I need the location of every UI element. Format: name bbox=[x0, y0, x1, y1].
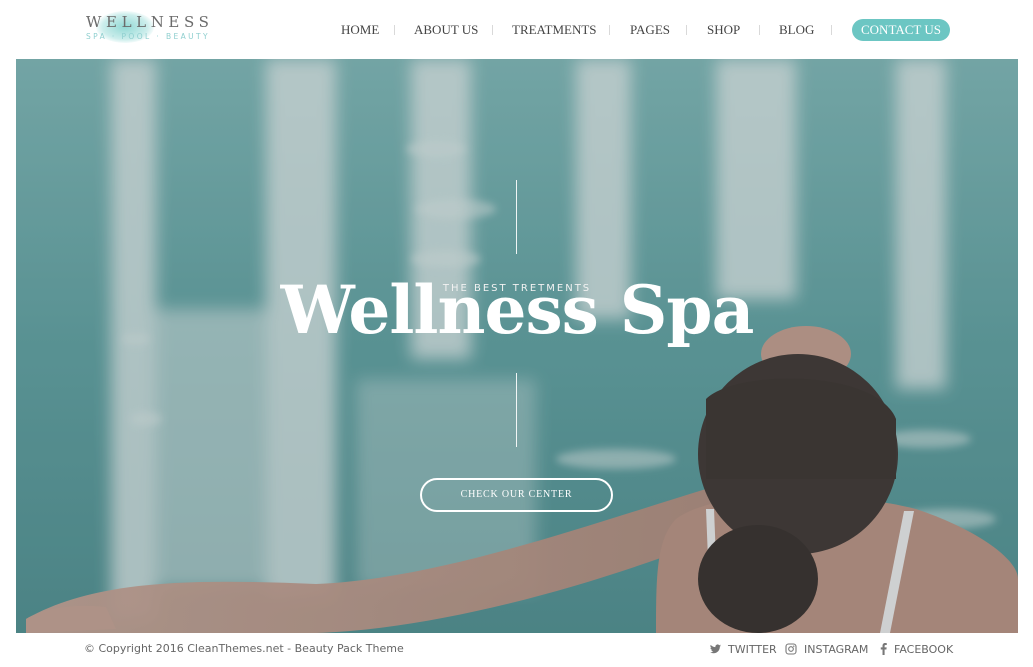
twitter-label: TWITTER bbox=[728, 642, 777, 656]
nav-item-shop[interactable]: SHOP bbox=[707, 19, 740, 41]
nav-separator bbox=[394, 25, 395, 35]
hero-divider-top bbox=[516, 180, 517, 254]
nav-separator bbox=[492, 25, 493, 35]
nav-separator bbox=[759, 25, 760, 35]
nav-item-pages[interactable]: PAGES bbox=[630, 19, 670, 41]
copyright-text: © Copyright 2016 CleanThemes.net - Beaut… bbox=[84, 642, 404, 655]
twitter-icon bbox=[710, 644, 721, 654]
nav-item-about-us[interactable]: ABOUT US bbox=[414, 19, 478, 41]
nav-item-treatments[interactable]: TREATMENTS bbox=[512, 19, 597, 41]
instagram-label: INSTAGRAM bbox=[804, 642, 869, 656]
check-our-center-button[interactable]: CHECK OUR CENTER bbox=[420, 478, 613, 512]
hero-divider-bottom bbox=[516, 373, 517, 447]
nav-item-home[interactable]: HOME bbox=[341, 19, 379, 41]
logo-subtitle: SPA · POOL · BEAUTY bbox=[86, 32, 211, 41]
facebook-label: FACEBOOK bbox=[894, 642, 954, 656]
contact-us-button[interactable]: CONTACT US bbox=[852, 19, 950, 41]
facebook-icon bbox=[880, 643, 887, 655]
nav-separator bbox=[831, 25, 832, 35]
hero-title: Wellness Spa bbox=[280, 271, 755, 349]
nav-separator bbox=[609, 25, 610, 35]
site-footer: © Copyright 2016 CleanThemes.net - Beaut… bbox=[0, 633, 1033, 667]
hero-banner: THE BEST TRETMENTS Wellness Spa CHECK OU… bbox=[16, 59, 1018, 633]
logo-title: WELLNESS bbox=[86, 13, 214, 31]
nav-separator bbox=[686, 25, 687, 35]
twitter-link[interactable]: TWITTER bbox=[710, 642, 777, 656]
site-logo[interactable]: WELLNESS SPA · POOL · BEAUTY bbox=[86, 11, 216, 45]
facebook-link[interactable]: FACEBOOK bbox=[880, 642, 953, 656]
site-header: WELLNESS SPA · POOL · BEAUTY HOME ABOUT … bbox=[0, 0, 1033, 59]
nav-item-blog[interactable]: BLOG bbox=[779, 19, 814, 41]
instagram-link[interactable]: INSTAGRAM bbox=[785, 642, 868, 656]
instagram-icon bbox=[785, 643, 797, 655]
